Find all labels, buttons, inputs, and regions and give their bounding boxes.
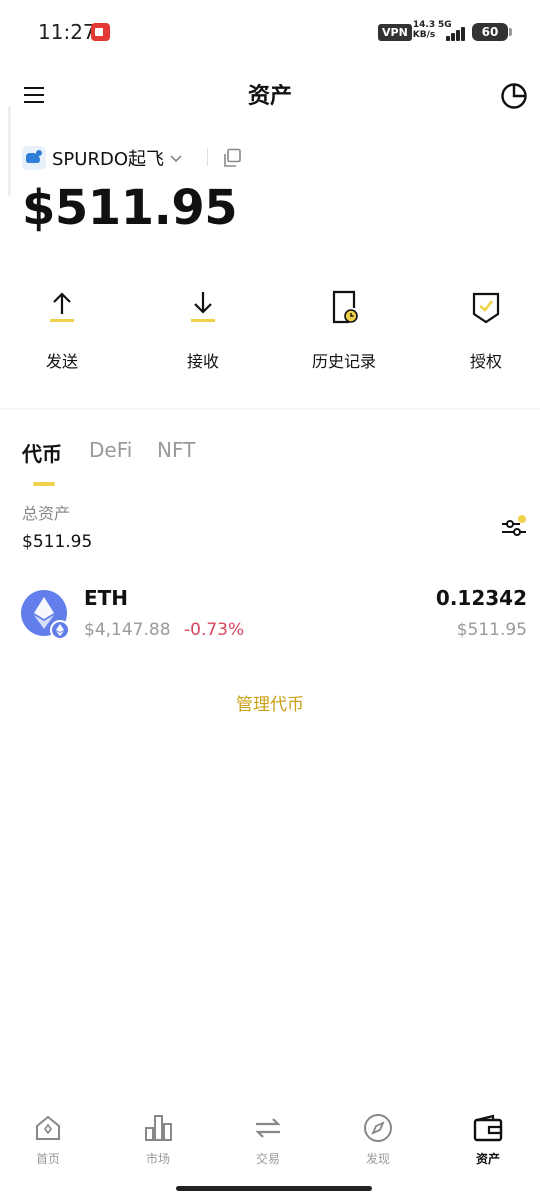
battery-icon: 60	[472, 23, 512, 41]
history-icon	[332, 290, 358, 324]
status-time: 11:27	[38, 20, 96, 44]
pie-chart-icon[interactable]	[499, 81, 529, 111]
receive-arrow-down-icon	[191, 292, 215, 322]
nav-discover[interactable]: 发现	[324, 1112, 432, 1167]
token-row[interactable]: ETH $4,147.88 -0.73% 0.12342 $511.95	[0, 582, 540, 652]
history-button[interactable]: 历史记录	[284, 288, 404, 372]
vpn-badge: VPN	[378, 24, 412, 41]
receive-button[interactable]: 接收	[143, 288, 263, 372]
compass-icon	[364, 1114, 392, 1142]
total-assets-value: $511.95	[22, 532, 93, 552]
chevron-down-icon	[170, 155, 182, 163]
wallet-avatar	[22, 146, 46, 170]
market-bars-icon	[145, 1115, 172, 1141]
nav-assets[interactable]: 资产	[434, 1112, 540, 1167]
tab-defi[interactable]: DeFi	[89, 438, 132, 462]
swap-icon	[255, 1118, 281, 1138]
wallet-icon	[473, 1114, 503, 1142]
token-symbol: ETH	[84, 586, 129, 610]
nav-trade-label: 交易	[255, 1152, 280, 1166]
tab-indicator	[33, 482, 55, 486]
nav-discover-label: 发现	[365, 1152, 390, 1166]
home-icon	[36, 1115, 60, 1140]
token-value: $511.95	[456, 620, 527, 640]
tab-tokens[interactable]: 代币	[22, 438, 62, 467]
home-indicator[interactable]	[176, 1186, 372, 1191]
nav-home[interactable]: 首页	[0, 1112, 102, 1167]
send-button[interactable]: 发送	[2, 288, 122, 372]
manage-tokens-link[interactable]: 管理代币	[0, 690, 540, 715]
nav-market-label: 市场	[145, 1152, 170, 1166]
signal-icon	[440, 25, 466, 41]
action-bar: 发送 接收 历史记录 授权	[0, 288, 540, 388]
bottom-nav: 首页 市场 交易 发现 资产	[0, 1112, 540, 1172]
scroll-indicator	[8, 106, 11, 196]
nav-home-label: 首页	[35, 1152, 60, 1166]
wallet-name: SPURDO起飞	[52, 149, 164, 170]
authorization-button[interactable]: 授权	[426, 288, 540, 372]
authorization-label: 授权	[469, 352, 502, 371]
nav-assets-label: 资产	[475, 1152, 500, 1166]
status-bar: 11:27 VPN 14.3 KB/s 5G 60	[0, 0, 540, 64]
divider	[207, 148, 208, 166]
receive-label: 接收	[186, 352, 219, 371]
filter-settings-icon[interactable]	[500, 514, 528, 540]
screen-record-icon	[91, 23, 110, 41]
page-title: 资产	[247, 84, 292, 109]
send-label: 发送	[45, 352, 78, 371]
wallet-balance: $511.95	[22, 180, 238, 236]
wallet-selector[interactable]: SPURDO起飞	[22, 144, 183, 172]
copy-icon[interactable]	[222, 148, 242, 168]
nav-trade[interactable]: 交易	[214, 1112, 322, 1167]
token-amount: 0.12342	[435, 586, 527, 610]
tab-nft[interactable]: NFT	[157, 438, 195, 462]
section-divider	[0, 408, 540, 410]
history-label: 历史记录	[311, 352, 376, 371]
total-assets-label: 总资产	[22, 504, 71, 523]
token-price-change: -0.73%	[184, 620, 245, 640]
network-speed: 14.3 KB/s	[412, 20, 436, 40]
eth-network-badge-icon	[50, 620, 70, 640]
nav-market[interactable]: 市场	[104, 1112, 212, 1167]
send-arrow-up-icon	[50, 292, 74, 322]
token-price: $4,147.88	[84, 620, 171, 640]
authorization-shield-icon	[472, 292, 500, 324]
